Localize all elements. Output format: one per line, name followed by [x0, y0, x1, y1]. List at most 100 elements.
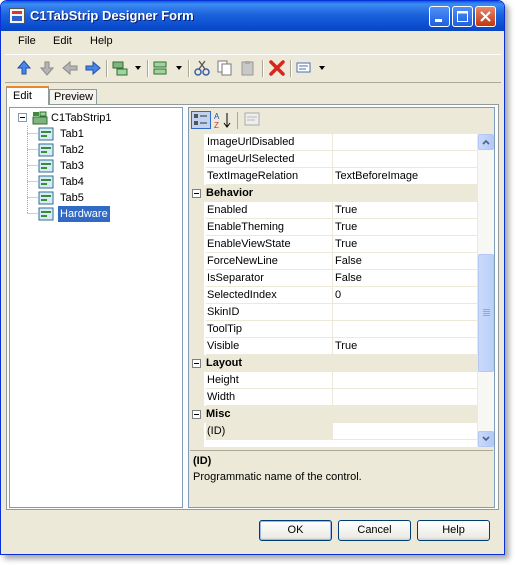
property-row[interactable]: ToolTip [190, 321, 477, 338]
property-value[interactable] [333, 321, 477, 338]
property-value[interactable] [333, 304, 477, 321]
property-row[interactable]: SelectedIndex 0 [190, 287, 477, 304]
collapse-icon[interactable] [192, 359, 201, 368]
property-value[interactable]: False [333, 253, 477, 270]
category-row[interactable]: Layout [190, 355, 477, 372]
cancel-button[interactable]: Cancel [338, 520, 411, 541]
add-sibling-icon[interactable] [152, 59, 184, 77]
tab-tree[interactable]: C1TabStrip1 Tab1 Tab2 Tab3 Tab4 Tab5 Har… [9, 107, 183, 508]
close-icon [480, 11, 491, 22]
menu-file[interactable]: File [18, 35, 36, 47]
property-value[interactable]: True [333, 219, 477, 236]
minimize-icon [435, 19, 442, 22]
tab-preview[interactable]: Preview [49, 89, 97, 105]
categorized-button[interactable] [191, 111, 211, 129]
chevron-up-icon [482, 139, 490, 145]
property-row[interactable]: ImageUrlSelected [190, 151, 477, 168]
svg-text:A: A [214, 112, 220, 121]
menu-help[interactable]: Help [90, 35, 113, 47]
property-row[interactable]: Width [190, 389, 477, 406]
scroll-up-button[interactable] [478, 134, 494, 150]
copy-icon[interactable] [216, 59, 234, 77]
property-value[interactable] [333, 423, 477, 440]
tab-node-icon [38, 159, 54, 173]
property-row[interactable]: ImageUrlDisabled [190, 134, 477, 151]
property-pages-icon [244, 112, 260, 126]
tab-edit[interactable]: Edit [6, 86, 49, 105]
property-value[interactable]: True [333, 338, 477, 355]
property-name: Height [206, 372, 333, 389]
tree-item-label: Tab1 [60, 128, 84, 140]
category-row[interactable]: Behavior [190, 185, 477, 202]
add-child-icon[interactable] [111, 59, 143, 77]
maximize-button[interactable] [452, 6, 473, 27]
property-row[interactable]: Visible True [190, 338, 477, 355]
app-icon [9, 8, 25, 24]
chevron-down-icon [482, 436, 490, 442]
property-row-partial [190, 440, 477, 447]
tree-item-label: Tab2 [60, 144, 84, 156]
property-scrollbar[interactable] [478, 134, 494, 447]
property-value[interactable] [333, 389, 477, 406]
property-name: SkinID [206, 304, 333, 321]
ok-button[interactable]: OK [259, 520, 332, 541]
property-row[interactable]: Height [190, 372, 477, 389]
designer-window: C1TabStrip Designer Form File Edit Help [0, 0, 505, 555]
property-value[interactable]: True [333, 202, 477, 219]
property-value[interactable]: False [333, 270, 477, 287]
description-title: (ID) [193, 455, 212, 467]
property-value[interactable]: True [333, 236, 477, 253]
menu-edit[interactable]: Edit [53, 35, 72, 47]
property-name: Enabled [206, 202, 333, 219]
category-title: Layout [206, 357, 243, 369]
property-grid: AZ ImageUrlDisabled ImageUrlSelected Tex… [188, 107, 495, 508]
cut-icon[interactable] [193, 59, 211, 77]
help-button[interactable]: Help [417, 520, 490, 541]
tab-node-icon [38, 207, 54, 221]
collapse-icon[interactable] [192, 189, 201, 198]
close-button[interactable] [475, 6, 496, 27]
property-list[interactable]: ImageUrlDisabled ImageUrlSelected TextIm… [190, 134, 477, 447]
paste-icon[interactable] [239, 59, 257, 77]
alphabetical-button[interactable]: AZ [213, 111, 233, 130]
category-title: Misc [206, 408, 231, 420]
move-left-icon[interactable] [61, 59, 79, 77]
move-up-icon[interactable] [15, 59, 33, 77]
scroll-thumb[interactable] [478, 254, 494, 372]
scroll-down-button[interactable] [478, 431, 494, 447]
change-type-icon[interactable] [295, 59, 327, 77]
move-down-icon[interactable] [38, 59, 56, 77]
minimize-button[interactable] [429, 6, 450, 27]
property-row[interactable]: EnableViewState True [190, 236, 477, 253]
property-name: Width [206, 389, 333, 406]
tree-root-label: C1TabStrip1 [51, 112, 112, 124]
alphabetical-icon: AZ [214, 112, 231, 130]
description-text: Programmatic name of the control. [193, 471, 362, 483]
delete-icon[interactable] [268, 59, 286, 77]
property-pages-button[interactable] [243, 111, 263, 129]
property-row[interactable]: SkinID [190, 304, 477, 321]
property-value[interactable] [333, 134, 477, 151]
property-name: ForceNewLine [206, 253, 333, 270]
property-value[interactable]: 0 [333, 287, 477, 304]
property-row[interactable]: Enabled True [190, 202, 477, 219]
property-row[interactable]: IsSeparator False [190, 270, 477, 287]
title-bar[interactable]: C1TabStrip Designer Form [1, 1, 504, 31]
tree-item-label: Tab5 [60, 192, 84, 204]
property-row-selected[interactable]: (ID) [190, 423, 477, 440]
property-row[interactable]: TextImageRelation TextBeforeImage [190, 168, 477, 185]
collapse-icon[interactable] [18, 113, 27, 122]
category-row[interactable]: Misc [190, 406, 477, 423]
property-value[interactable]: TextBeforeImage [333, 168, 477, 185]
property-name: (ID) [206, 423, 333, 440]
tab-node-icon [38, 127, 54, 141]
property-row[interactable]: ForceNewLine False [190, 253, 477, 270]
property-row[interactable]: EnableTheming True [190, 219, 477, 236]
property-value[interactable] [333, 151, 477, 168]
move-right-icon[interactable] [84, 59, 102, 77]
toolbar [5, 54, 501, 83]
property-value[interactable] [333, 372, 477, 389]
property-name: ImageUrlDisabled [206, 134, 333, 151]
property-name: EnableViewState [206, 236, 333, 253]
collapse-icon[interactable] [192, 410, 201, 419]
